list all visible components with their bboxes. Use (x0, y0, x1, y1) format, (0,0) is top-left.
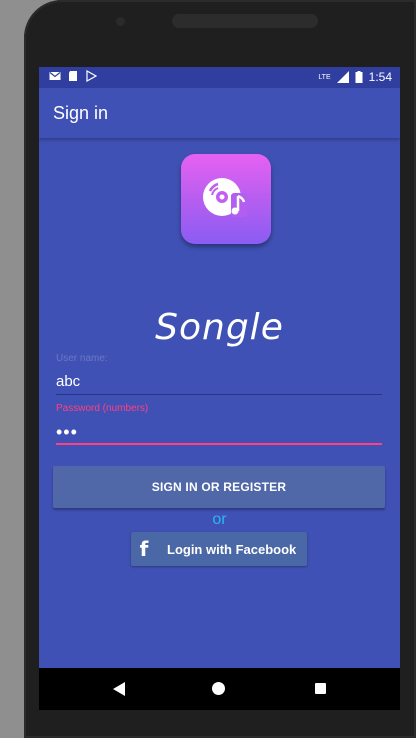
play-store-icon (86, 70, 97, 82)
mail-icon (49, 72, 61, 80)
app-screen: LTE 1:54 Sign in Songle User name: abc P… (39, 67, 400, 710)
username-input[interactable]: abc (56, 373, 80, 390)
network-type-label: LTE (318, 73, 331, 81)
username-label: User name: (56, 353, 108, 364)
app-bar: Sign in (39, 88, 400, 138)
notification-icons (49, 70, 97, 82)
facebook-icon: f (139, 537, 149, 561)
battery-icon (355, 71, 363, 83)
facebook-login-button[interactable]: f Login with Facebook (131, 532, 307, 566)
password-underline (56, 443, 382, 445)
or-divider-text: or (212, 511, 227, 528)
sign-in-button[interactable]: SIGN IN OR REGISTER (53, 466, 385, 508)
password-label: Password (numbers) (56, 403, 149, 414)
page-title: Sign in (53, 103, 109, 123)
system-indicators: LTE 1:54 (318, 70, 392, 84)
signal-icon (336, 71, 349, 83)
clock: 1:54 (368, 70, 392, 84)
music-disc-icon (203, 178, 247, 217)
front-camera (116, 17, 125, 26)
navigation-bar (39, 668, 400, 710)
home-icon[interactable] (212, 682, 225, 695)
username-underline (56, 394, 382, 395)
password-input[interactable]: ••• (56, 422, 78, 443)
facebook-button-label: Login with Facebook (167, 542, 297, 557)
recent-apps-icon[interactable] (315, 683, 326, 694)
back-icon[interactable] (113, 682, 125, 696)
status-bar: LTE 1:54 (39, 67, 400, 88)
sd-card-icon (69, 71, 77, 81)
app-name: Songle (155, 307, 284, 348)
app-logo (181, 154, 271, 244)
speaker-grille (172, 14, 318, 28)
